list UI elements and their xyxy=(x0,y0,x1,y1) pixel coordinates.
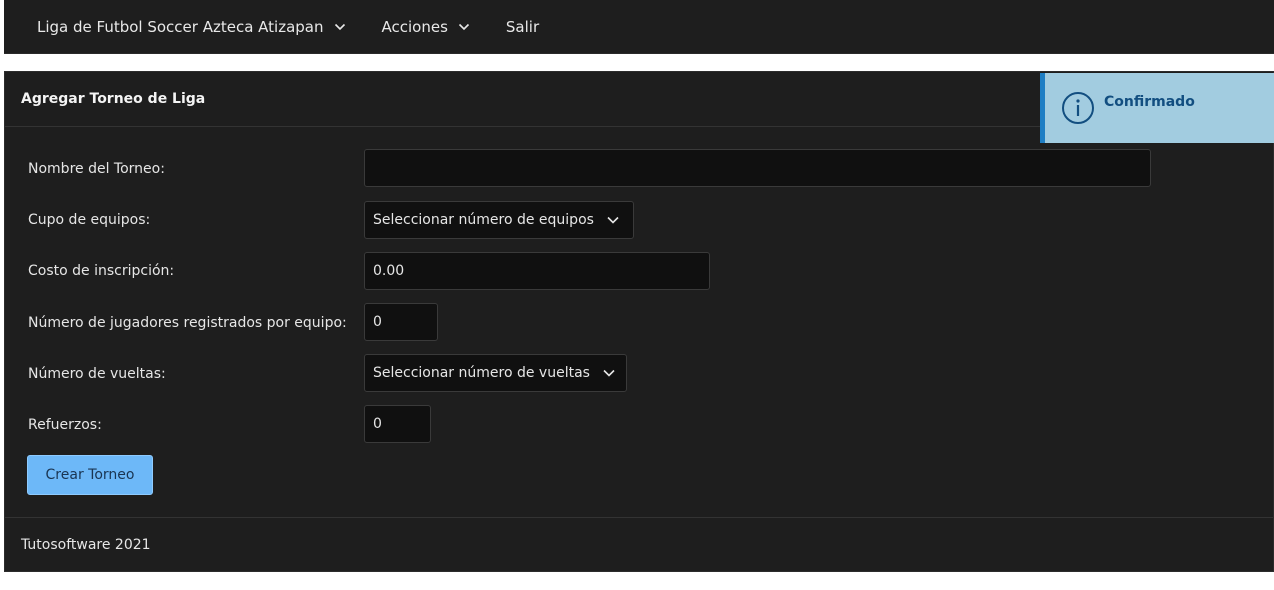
rounds-select[interactable]: Seleccionar número de vueltas xyxy=(364,354,627,392)
add-tournament-card: Agregar Torneo de Liga Nombre del Torneo… xyxy=(4,71,1274,572)
rounds-label: Número de vueltas: xyxy=(28,366,166,382)
reinforcements-input[interactable]: 0 xyxy=(364,405,431,443)
registration-cost-value: 0.00 xyxy=(373,263,405,279)
team-quota-value: Seleccionar número de equipos xyxy=(373,212,594,228)
top-navbar: Liga de Futbol Soccer Azteca Atizapan Ac… xyxy=(4,0,1274,54)
nav-item-logout-label: Salir xyxy=(505,17,540,36)
registration-cost-label: Costo de inscripción: xyxy=(28,263,175,279)
toast-title: Confirmado xyxy=(1104,94,1195,110)
players-per-team-value: 0 xyxy=(373,314,382,330)
confirmation-toast[interactable]: Confirmado xyxy=(1040,73,1274,143)
reinforcements-value: 0 xyxy=(373,416,382,432)
registration-cost-input[interactable]: 0.00 xyxy=(364,252,710,290)
nav-item-logout[interactable]: Salir xyxy=(506,18,539,36)
players-per-team-label: Número de jugadores registrados por equi… xyxy=(28,315,347,331)
chevron-down-icon xyxy=(606,213,620,227)
chevron-down-icon xyxy=(334,21,346,33)
tournament-name-label: Nombre del Torneo: xyxy=(28,161,165,177)
chevron-down-icon xyxy=(602,366,616,380)
create-tournament-button[interactable]: Crear Torneo xyxy=(27,455,153,495)
nav-item-actions-label: Acciones xyxy=(381,17,448,36)
info-icon xyxy=(1061,91,1095,125)
players-per-team-input[interactable]: 0 xyxy=(364,303,438,341)
rounds-value: Seleccionar número de vueltas xyxy=(373,365,590,381)
card-footer: Tutosoftware 2021 xyxy=(5,517,1273,572)
nav-item-league-label: Liga de Futbol Soccer Azteca Atizapan xyxy=(37,17,324,36)
tournament-name-input[interactable] xyxy=(364,149,1151,187)
reinforcements-label: Refuerzos: xyxy=(28,417,102,433)
team-quota-select[interactable]: Seleccionar número de equipos xyxy=(364,201,634,239)
nav-item-league[interactable]: Liga de Futbol Soccer Azteca Atizapan xyxy=(37,18,346,36)
chevron-down-icon xyxy=(458,21,470,33)
team-quota-label: Cupo de equipos: xyxy=(28,212,151,228)
nav-item-actions[interactable]: Acciones xyxy=(382,18,470,36)
